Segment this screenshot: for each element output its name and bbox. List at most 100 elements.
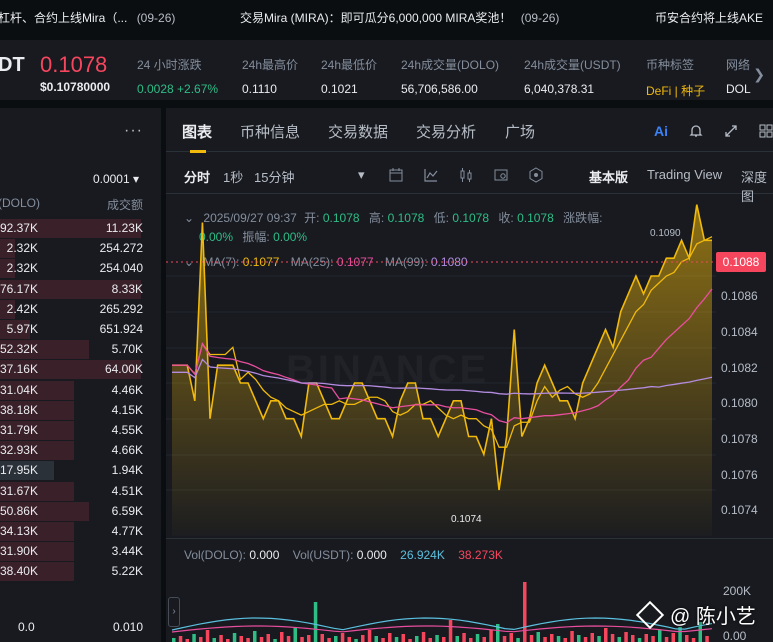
- volume-bar: [570, 631, 574, 642]
- trade-qty: 5.97K: [6, 322, 38, 336]
- market-trades-panel: ··· 0.0001 ▾ (DOLO) 成交额 92.37K 11.23K 2.32…: [0, 108, 161, 642]
- trade-row[interactable]: 38.40K 5.22K: [0, 561, 148, 582]
- price-chart[interactable]: 0.1090 0.1074: [166, 194, 716, 536]
- trade-row[interactable]: 2.42K 265.292: [0, 299, 148, 319]
- trade-row[interactable]: 50.86K 6.59K: [0, 501, 148, 521]
- stat-24h-volume-dolo: 24h成交量(DOLO) 56,706,586.00: [401, 58, 500, 96]
- trade-qty: 31.90K: [0, 544, 38, 559]
- pair-name[interactable]: DT: [0, 54, 25, 77]
- volume-bar: [286, 636, 291, 642]
- interval-15m[interactable]: 15分钟: [254, 167, 294, 186]
- volume-bar: [536, 632, 540, 642]
- volume-bar: [529, 635, 534, 642]
- market-header: DT 0.1078 $0.10780000 24 小时涨跌 0.0028 +2.…: [0, 40, 773, 100]
- last-price-usd: $0.10780000: [40, 80, 111, 94]
- price-tick: 0.1078: [721, 432, 758, 446]
- ai-icon[interactable]: Ai: [652, 123, 670, 141]
- volume-bar: [664, 637, 669, 642]
- current-price-tag: 0.1088: [716, 252, 766, 272]
- interval-time[interactable]: 分时: [184, 167, 210, 186]
- view-tradingview[interactable]: Trading View: [647, 167, 722, 182]
- stat-token-tags[interactable]: 币种标签 DeFi | 种子: [646, 56, 705, 99]
- volume-bar: [212, 638, 216, 642]
- trade-qty: 17.95K: [0, 463, 38, 478]
- expand-icon[interactable]: [722, 123, 740, 141]
- active-tab-indicator: [190, 150, 206, 153]
- trade-row[interactable]: 52.32K 5.70K: [0, 339, 148, 360]
- volume-bar: [448, 620, 453, 642]
- trade-row[interactable]: 37.16K 64.00K: [0, 359, 148, 380]
- trade-row[interactable]: 5.97K 651.924: [0, 319, 148, 339]
- trade-total: 4.66K: [111, 443, 143, 458]
- trade-row[interactable]: 17.95K 1.94K: [0, 460, 148, 481]
- trade-total: 254.272: [99, 241, 143, 256]
- trade-total: 254.040: [99, 261, 143, 276]
- column-qty: (DOLO): [0, 196, 40, 210]
- volume-bar: [205, 630, 210, 642]
- precision-select[interactable]: 0.0001 ▾: [93, 172, 139, 186]
- high-marker: 0.1090: [650, 228, 681, 239]
- volume-bar: [178, 636, 183, 642]
- volume-bar: [401, 634, 405, 642]
- volume-bar: [502, 636, 507, 642]
- trade-qty: 37.16K: [0, 362, 38, 377]
- trade-row[interactable]: 31.90K 3.44K: [0, 541, 148, 562]
- tab-trading-data[interactable]: 交易数据: [328, 121, 388, 142]
- volume-bar: [428, 638, 432, 642]
- tab-square[interactable]: 广场: [505, 121, 535, 142]
- tab-trading-analysis[interactable]: 交易分析: [416, 121, 476, 142]
- trade-qty: 2.42K: [6, 301, 38, 316]
- volume-bar: [259, 637, 264, 642]
- trade-row[interactable]: 34.13K 4.77K: [0, 521, 148, 541]
- chevron-right-icon[interactable]: ❯: [753, 66, 765, 83]
- interval-more[interactable]: ▾: [358, 167, 365, 183]
- trade-qty: 38.40K: [0, 564, 38, 579]
- volume-bar: [442, 637, 446, 642]
- candlestick-icon[interactable]: [458, 167, 474, 186]
- trade-total: 11.23K: [105, 221, 143, 235]
- interval-1s[interactable]: 1秒: [223, 167, 243, 186]
- volume-bar: [334, 636, 338, 642]
- more-icon[interactable]: ···: [124, 122, 143, 140]
- trade-row[interactable]: 76.17K 8.33K: [0, 279, 148, 299]
- layout-grid-icon[interactable]: [757, 123, 773, 141]
- ticker-item-1[interactable]: 杠杆、合约上线Mira（... (09-26): [0, 9, 175, 26]
- calendar-icon[interactable]: [388, 167, 404, 186]
- footer-total: 0.010: [112, 620, 143, 634]
- view-basic[interactable]: 基本版: [589, 167, 628, 186]
- volume-tick: 0.00: [723, 629, 747, 642]
- price-tick: 0.1080: [721, 396, 758, 410]
- trade-row[interactable]: 2.32K 254.040: [0, 258, 148, 279]
- volume-bar: [482, 637, 486, 642]
- author-watermark: @ 陈小艺: [635, 600, 756, 630]
- chart-settings-icon[interactable]: [493, 167, 509, 186]
- volume-bar: [199, 637, 203, 642]
- trade-row[interactable]: 31.67K 4.51K: [0, 481, 148, 501]
- trade-row[interactable]: 38.18K 4.15K: [0, 400, 148, 420]
- indicator-icon[interactable]: [423, 167, 439, 186]
- tab-token-info[interactable]: 币种信息: [240, 121, 300, 142]
- trade-qty: 50.86K: [0, 503, 38, 518]
- volume-bar: [691, 638, 696, 642]
- trade-row[interactable]: 32.93K 4.66K: [0, 440, 148, 461]
- tab-chart[interactable]: 图表: [182, 121, 212, 142]
- volume-bar: [347, 637, 351, 642]
- trade-row[interactable]: 31.79K 4.55K: [0, 420, 148, 440]
- volume-bar: [435, 635, 439, 642]
- trade-row[interactable]: 31.04K 4.46K: [0, 380, 148, 400]
- ticker-item-3[interactable]: 币安合约将上线AKE: [655, 9, 763, 26]
- trade-row[interactable]: 92.37K 11.23K: [0, 218, 148, 238]
- bell-icon[interactable]: [687, 123, 705, 141]
- chevron-right-icon[interactable]: ›: [168, 597, 180, 627]
- ticker-item-2[interactable]: 交易Mira (MIRA)：即可瓜分6,000,000 MIRA奖池！ (09-…: [240, 9, 559, 26]
- trade-row[interactable]: 2.32K 254.272: [0, 238, 148, 259]
- price-tick: 0.1074: [721, 503, 758, 517]
- trade-total: 4.55K: [111, 423, 143, 437]
- hexagon-icon[interactable]: [528, 167, 544, 186]
- stat-24h-low: 24h最低价 0.1021: [321, 58, 378, 96]
- volume-bar: [421, 632, 426, 642]
- trade-qty: 34.13K: [0, 524, 38, 538]
- volume-bar: [705, 636, 709, 642]
- view-depth[interactable]: 深度图: [741, 167, 773, 205]
- volume-bar: [394, 637, 399, 642]
